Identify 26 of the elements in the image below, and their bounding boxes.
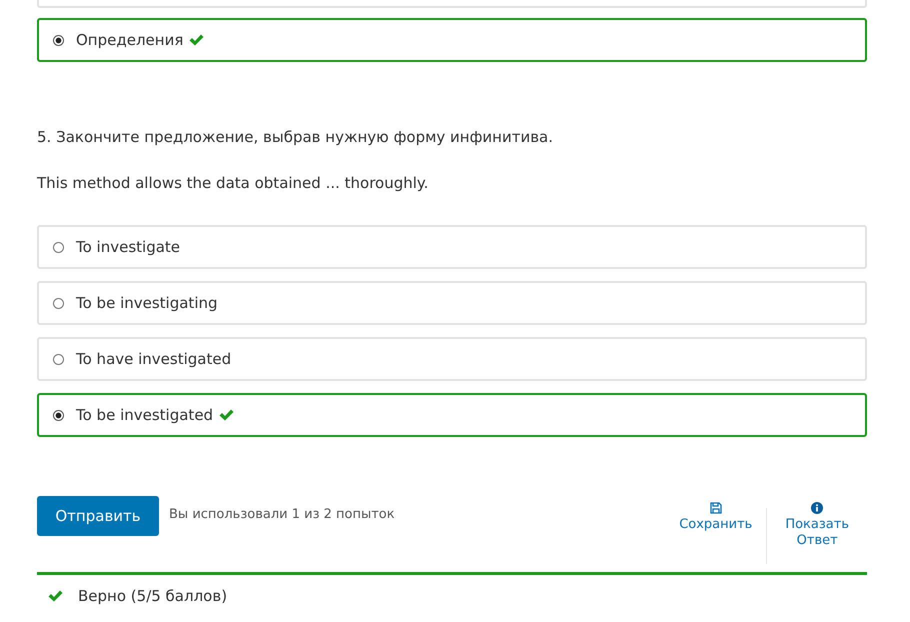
question-text: 5. Закончите предложение, выбрав нужную форму инфинитива. bbox=[37, 127, 554, 148]
option-label: To be investigating bbox=[76, 294, 218, 312]
answer-option[interactable]: To be investigated bbox=[37, 393, 867, 437]
checkmark-icon bbox=[47, 589, 64, 603]
radio-button[interactable] bbox=[53, 242, 64, 252]
radio-button[interactable] bbox=[53, 354, 64, 364]
show-answer-button[interactable]: Показать Ответ bbox=[767, 502, 867, 549]
option-label: To investigate bbox=[76, 238, 180, 256]
answer-option[interactable]: To have investigated bbox=[37, 337, 867, 381]
checkmark-icon bbox=[188, 33, 206, 47]
radio-button[interactable] bbox=[53, 298, 64, 308]
answer-option[interactable]: To be investigating bbox=[37, 281, 867, 325]
feedback-text: Верно (5/5 баллов) bbox=[78, 587, 228, 605]
answer-option[interactable]: Определения bbox=[37, 18, 867, 62]
answer-option[interactable]: To investigate bbox=[37, 225, 867, 269]
save-button[interactable]: Сохранить bbox=[665, 502, 766, 533]
checkmark-icon bbox=[218, 408, 236, 422]
question-sentence: This method allows the data obtained ... thoroughly. bbox=[37, 173, 430, 194]
radio-button[interactable] bbox=[53, 410, 64, 420]
info-icon bbox=[811, 502, 824, 514]
radio-button[interactable] bbox=[53, 34, 64, 46]
option-label: To be investigated bbox=[76, 406, 214, 424]
option-label: Определения bbox=[76, 31, 184, 49]
option-label: To have investigated bbox=[76, 350, 232, 368]
submit-button[interactable]: Отправить bbox=[37, 496, 159, 536]
attempts-text: Вы использовали 1 из 2 попыток bbox=[169, 507, 395, 522]
